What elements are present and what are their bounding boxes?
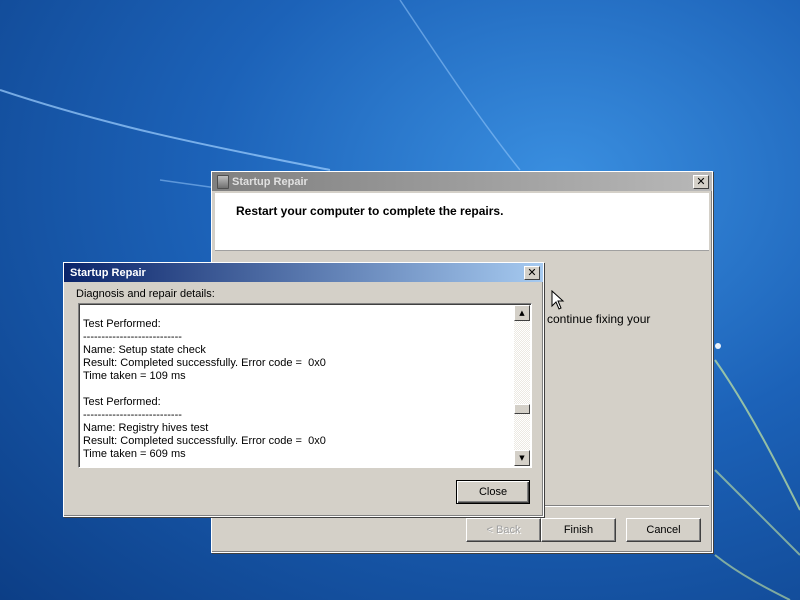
mouse-pointer-icon: [551, 290, 565, 310]
cancel-button[interactable]: Cancel: [626, 518, 701, 542]
wizard-body-text: continue fixing your: [547, 312, 651, 326]
window-icon: [217, 174, 229, 189]
startup-repair-titlebar[interactable]: Startup Repair ✕: [212, 172, 712, 191]
details-textbox[interactable]: Test Performed: -------------------------…: [78, 303, 532, 468]
dialog-title: Startup Repair: [70, 266, 146, 279]
details-line: Name: Registry hives test: [83, 422, 209, 434]
wizard-header-text: Restart your computer to complete the re…: [236, 204, 504, 218]
details-line: Test Performed:: [83, 318, 161, 330]
scroll-up-arrow-icon[interactable]: ▲: [514, 305, 530, 321]
window-title: Startup Repair: [232, 175, 308, 188]
details-scrollbar[interactable]: ▲ ▼: [514, 305, 530, 466]
details-line: Result: Completed successfully. Error co…: [83, 435, 326, 447]
repair-details-dialog: Startup Repair ✕ Diagnosis and repair de…: [63, 262, 544, 517]
repair-details-titlebar[interactable]: Startup Repair ✕: [64, 263, 543, 282]
details-line: Name: Setup state check: [83, 344, 206, 356]
back-button[interactable]: < Back: [466, 518, 541, 542]
wizard-header: Restart your computer to complete the re…: [215, 193, 709, 251]
details-line: ---------------------------: [83, 331, 182, 343]
close-icon[interactable]: ✕: [524, 265, 540, 280]
close-button[interactable]: Close: [456, 480, 530, 504]
scroll-thumb[interactable]: [514, 404, 530, 414]
details-label: Diagnosis and repair details:: [76, 288, 215, 300]
details-line: Time taken = 109 ms: [83, 370, 186, 382]
details-line: Test Performed:: [83, 396, 161, 408]
finish-button[interactable]: Finish: [541, 518, 616, 542]
close-icon[interactable]: ✕: [693, 174, 709, 189]
details-line: Result: Completed successfully. Error co…: [83, 357, 326, 369]
scroll-down-arrow-icon[interactable]: ▼: [514, 450, 530, 466]
details-line: ---------------------------: [83, 409, 182, 421]
details-line: [83, 383, 511, 396]
details-content: Test Performed: -------------------------…: [83, 318, 511, 461]
details-line: Time taken = 609 ms: [83, 448, 186, 460]
